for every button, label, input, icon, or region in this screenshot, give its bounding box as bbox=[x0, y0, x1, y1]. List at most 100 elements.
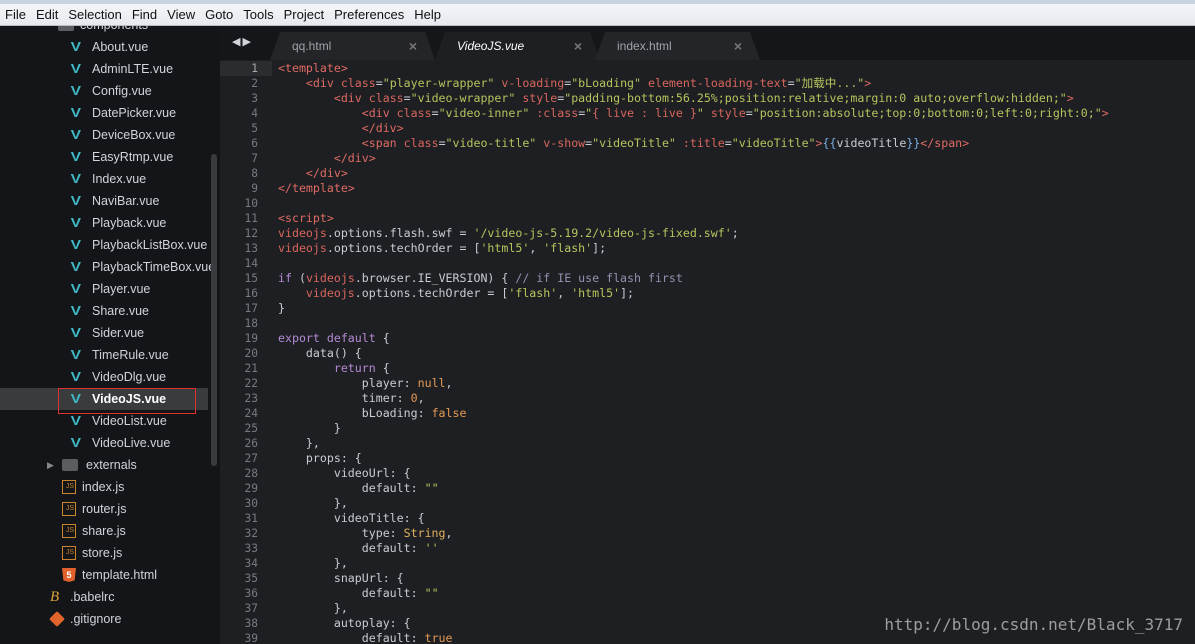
code-token: true bbox=[424, 631, 453, 644]
tree-item[interactable]: .gitignore bbox=[49, 608, 122, 630]
code-line: </div> bbox=[278, 121, 404, 136]
line-number: 30 bbox=[244, 497, 258, 510]
menu-selection[interactable]: Selection bbox=[67, 7, 127, 22]
tree-item-label: PlaybackListBox.vue bbox=[92, 238, 208, 252]
tree-item[interactable]: V Playback.vue bbox=[71, 212, 167, 234]
tree-item[interactable]: V DatePicker.vue bbox=[71, 102, 176, 124]
code-token: { bbox=[375, 361, 390, 375]
tree-item[interactable]: JS share.js bbox=[62, 520, 126, 542]
tree-item[interactable]: V PlaybackListBox.vue bbox=[71, 234, 208, 256]
sidebar-scrollbar[interactable] bbox=[211, 154, 217, 466]
code-line: videoTitle: { bbox=[278, 511, 425, 526]
tree-item-label: store.js bbox=[82, 546, 123, 560]
tab-index-html[interactable]: index.html × bbox=[595, 32, 760, 60]
tree-item[interactable]: V DeviceBox.vue bbox=[71, 124, 176, 146]
tree-item[interactable]: V AdminLTE.vue bbox=[71, 58, 173, 80]
code-line: player: null, bbox=[278, 376, 453, 391]
code-line: default: "" bbox=[278, 481, 439, 496]
line-number: 8 bbox=[251, 167, 258, 180]
code-token: ; bbox=[731, 226, 739, 240]
tree-item[interactable]: V VideoDlg.vue bbox=[71, 366, 167, 388]
code-line: snapUrl: { bbox=[278, 571, 404, 586]
tree-item[interactable]: V PlaybackTimeBox.vue bbox=[70, 256, 216, 278]
line-number: 1 bbox=[220, 61, 272, 76]
menu-edit[interactable]: Edit bbox=[35, 7, 64, 22]
tab-qq-html[interactable]: qq.html × bbox=[270, 32, 435, 60]
tree-item-label: .gitignore bbox=[70, 612, 122, 626]
tree-item[interactable]: JS index.js bbox=[62, 476, 124, 498]
tree-item[interactable]: V About.vue bbox=[71, 36, 149, 58]
tree-item[interactable]: V Config.vue bbox=[71, 80, 152, 102]
code-token: false bbox=[431, 406, 467, 420]
code-line: export default { bbox=[278, 331, 390, 346]
code-line: bLoading: false bbox=[278, 406, 467, 421]
menu-project[interactable]: Project bbox=[283, 7, 330, 22]
code-token: ]; bbox=[620, 286, 635, 300]
code-token: '' bbox=[424, 541, 439, 555]
tab-nav-arrows-icon[interactable]: ◀▶ bbox=[232, 35, 253, 48]
code-token: "video-title" bbox=[445, 136, 537, 150]
code-token: <div bbox=[305, 76, 341, 90]
code-token: = bbox=[431, 106, 439, 120]
code-editor[interactable]: 1 2 3 4 5 6 7 8 9 10 11 12 13 14 15 16 17 18 19 20 21 22 23 24 2… bbox=[220, 60, 1195, 644]
code-line: data() { bbox=[278, 346, 362, 361]
tree-item[interactable]: V TimeRule.vue bbox=[71, 344, 169, 366]
tree-item[interactable]: 5 template.html bbox=[62, 564, 157, 586]
tree-item[interactable]: JS router.js bbox=[62, 498, 126, 520]
code-token: > bbox=[1066, 91, 1074, 105]
tree-item[interactable]: V Share.vue bbox=[71, 300, 149, 322]
tree-item[interactable]: ▶ externals bbox=[47, 454, 137, 476]
tree-item[interactable]: JS store.js bbox=[62, 542, 122, 564]
expand-arrow-icon[interactable]: ▶ bbox=[47, 460, 54, 471]
menu-view[interactable]: View bbox=[166, 7, 201, 22]
tree-item[interactable]: V VideoJS.vue bbox=[0, 388, 208, 410]
close-icon[interactable]: × bbox=[409, 38, 417, 54]
babel-icon: B bbox=[50, 589, 60, 605]
code-token: .browser.IE_VERSION) { bbox=[354, 271, 516, 285]
code-token: } bbox=[278, 301, 285, 315]
tree-item[interactable]: V Player.vue bbox=[71, 278, 151, 300]
code-token: // if IE use flash first bbox=[515, 271, 683, 285]
close-icon[interactable]: × bbox=[574, 38, 582, 54]
code-token: .options.techOrder = [ bbox=[354, 286, 509, 300]
menu-goto[interactable]: Goto bbox=[204, 7, 239, 22]
code-line: return { bbox=[278, 361, 390, 376]
tree-item[interactable]: V NaviBar.vue bbox=[71, 190, 160, 212]
code-token: }, bbox=[278, 436, 320, 450]
tree-item-label: Playback.vue bbox=[92, 216, 167, 230]
menu-file[interactable]: File bbox=[4, 7, 32, 22]
menu-preferences[interactable]: Preferences bbox=[333, 7, 410, 22]
close-icon[interactable]: × bbox=[734, 38, 742, 54]
tree-folder-components[interactable]: components bbox=[58, 26, 148, 36]
line-number: 27 bbox=[244, 452, 258, 465]
tree-item-label: About.vue bbox=[92, 40, 149, 54]
menu-find[interactable]: Find bbox=[131, 7, 163, 22]
code-token: <template> bbox=[278, 61, 348, 75]
tree-item-label: .babelrc bbox=[70, 590, 115, 604]
tree-item[interactable]: B .babelrc bbox=[50, 586, 114, 608]
code-token: default: bbox=[278, 631, 425, 644]
code-token: "videoTitle" bbox=[592, 136, 676, 150]
tab-videojs-vue[interactable]: VideoJS.vue × bbox=[435, 32, 600, 60]
code-token: </div> bbox=[333, 151, 376, 165]
tree-item[interactable]: V Index.vue bbox=[71, 168, 147, 190]
code-token: </div> bbox=[361, 121, 404, 135]
line-number: 5 bbox=[251, 122, 258, 135]
code-line: props: { bbox=[278, 451, 362, 466]
vue-icon: V bbox=[70, 391, 82, 406]
tree-item-label: Config.vue bbox=[92, 84, 152, 98]
menu-tools[interactable]: Tools bbox=[242, 7, 279, 22]
tree-item[interactable]: V Sider.vue bbox=[71, 322, 145, 344]
tab-label: qq.html bbox=[292, 39, 332, 53]
js-icon: JS bbox=[62, 480, 76, 494]
tree-item[interactable]: V VideoList.vue bbox=[71, 410, 167, 432]
vue-icon: V bbox=[70, 435, 82, 450]
tree-item[interactable]: V EasyRtmp.vue bbox=[71, 146, 174, 168]
tree-item[interactable]: V VideoLive.vue bbox=[70, 432, 171, 454]
vue-icon: V bbox=[70, 259, 82, 274]
menu-help[interactable]: Help bbox=[413, 7, 447, 22]
code-line: videojs.options.flash.swf = '/video-js-5… bbox=[278, 226, 739, 241]
code-token: { bbox=[375, 331, 390, 345]
